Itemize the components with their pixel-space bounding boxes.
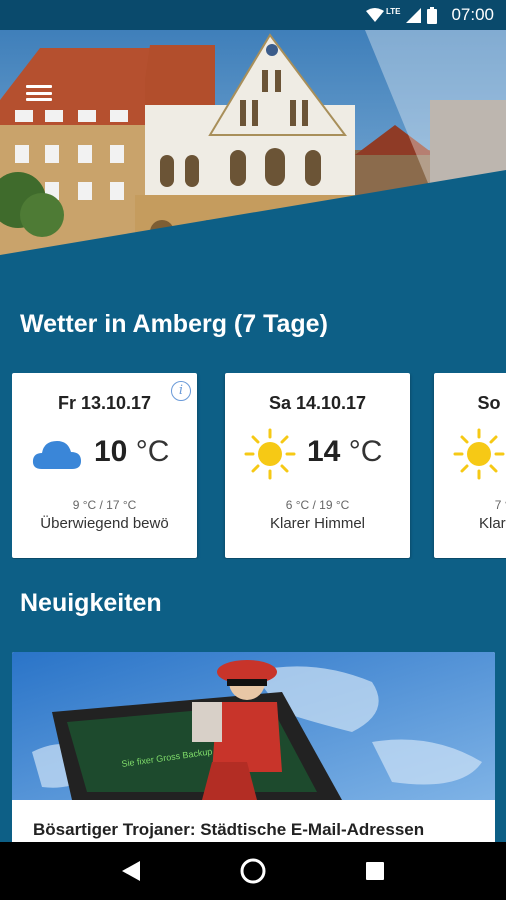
header-image [0,30,506,285]
weather-temperature: 14 °C [307,435,383,468]
sun-icon [453,428,505,480]
back-icon [122,861,140,881]
weather-range: 9 °C / 17 °C [72,498,137,512]
weather-range: 7 °C / 20 °C [494,498,506,512]
home-icon [240,858,266,884]
news-headline[interactable]: Bösartiger Trojaner: Städtische E-Mail-A… [33,820,485,840]
sun-icon [244,428,296,480]
system-nav-bar [0,842,506,900]
cloud-icon [32,441,81,469]
signal-icon [406,7,422,23]
battery-icon [427,6,438,24]
back-button[interactable] [111,851,151,891]
weather-date: So 15.10.17 [477,393,506,413]
menu-icon [26,85,52,88]
weather-description: Klarer Himmel [269,515,365,532]
weather-temperature: 10 °C [94,435,170,468]
news-image: Sie fixer Gross Backup [12,652,495,800]
home-button[interactable] [233,851,273,891]
recents-button[interactable] [355,851,395,891]
weather-description: Klarer Himmel [478,515,506,532]
news-section-title: Neuigkeiten [20,589,162,617]
weather-range: 6 °C / 19 °C [285,498,350,512]
wifi-icon [365,8,384,22]
weather-section-title: Wetter in Amberg (7 Tage) [20,310,328,338]
weather-card-day-1[interactable]: i Fr 13.10.17 10 °C 9 °C / 17 °C Überwie… [12,373,197,558]
menu-button[interactable] [26,82,52,104]
weather-card-day-3[interactable]: So 15.10.17 15 °C 7 °C / 20 °C Klarer Hi… [434,373,506,558]
weather-card-day-2[interactable]: Sa 14.10.17 14 °C 6 °C / 19 °C Klarer Hi… [225,373,410,558]
news-card[interactable]: Sie fixer Gross Backup Bösartiger Trojan… [12,652,495,852]
status-bar: LTE 07:00 [0,0,506,30]
weather-date: Sa 14.10.17 [268,393,367,413]
clock: 07:00 [451,5,494,24]
weather-carousel[interactable]: i Fr 13.10.17 10 °C 9 °C / 17 °C Überwie… [12,373,506,559]
weather-description: Überwiegend bewö [40,515,169,532]
weather-date: Fr 13.10.17 [57,393,152,413]
recents-icon [366,862,384,880]
network-label: LTE [385,6,401,16]
